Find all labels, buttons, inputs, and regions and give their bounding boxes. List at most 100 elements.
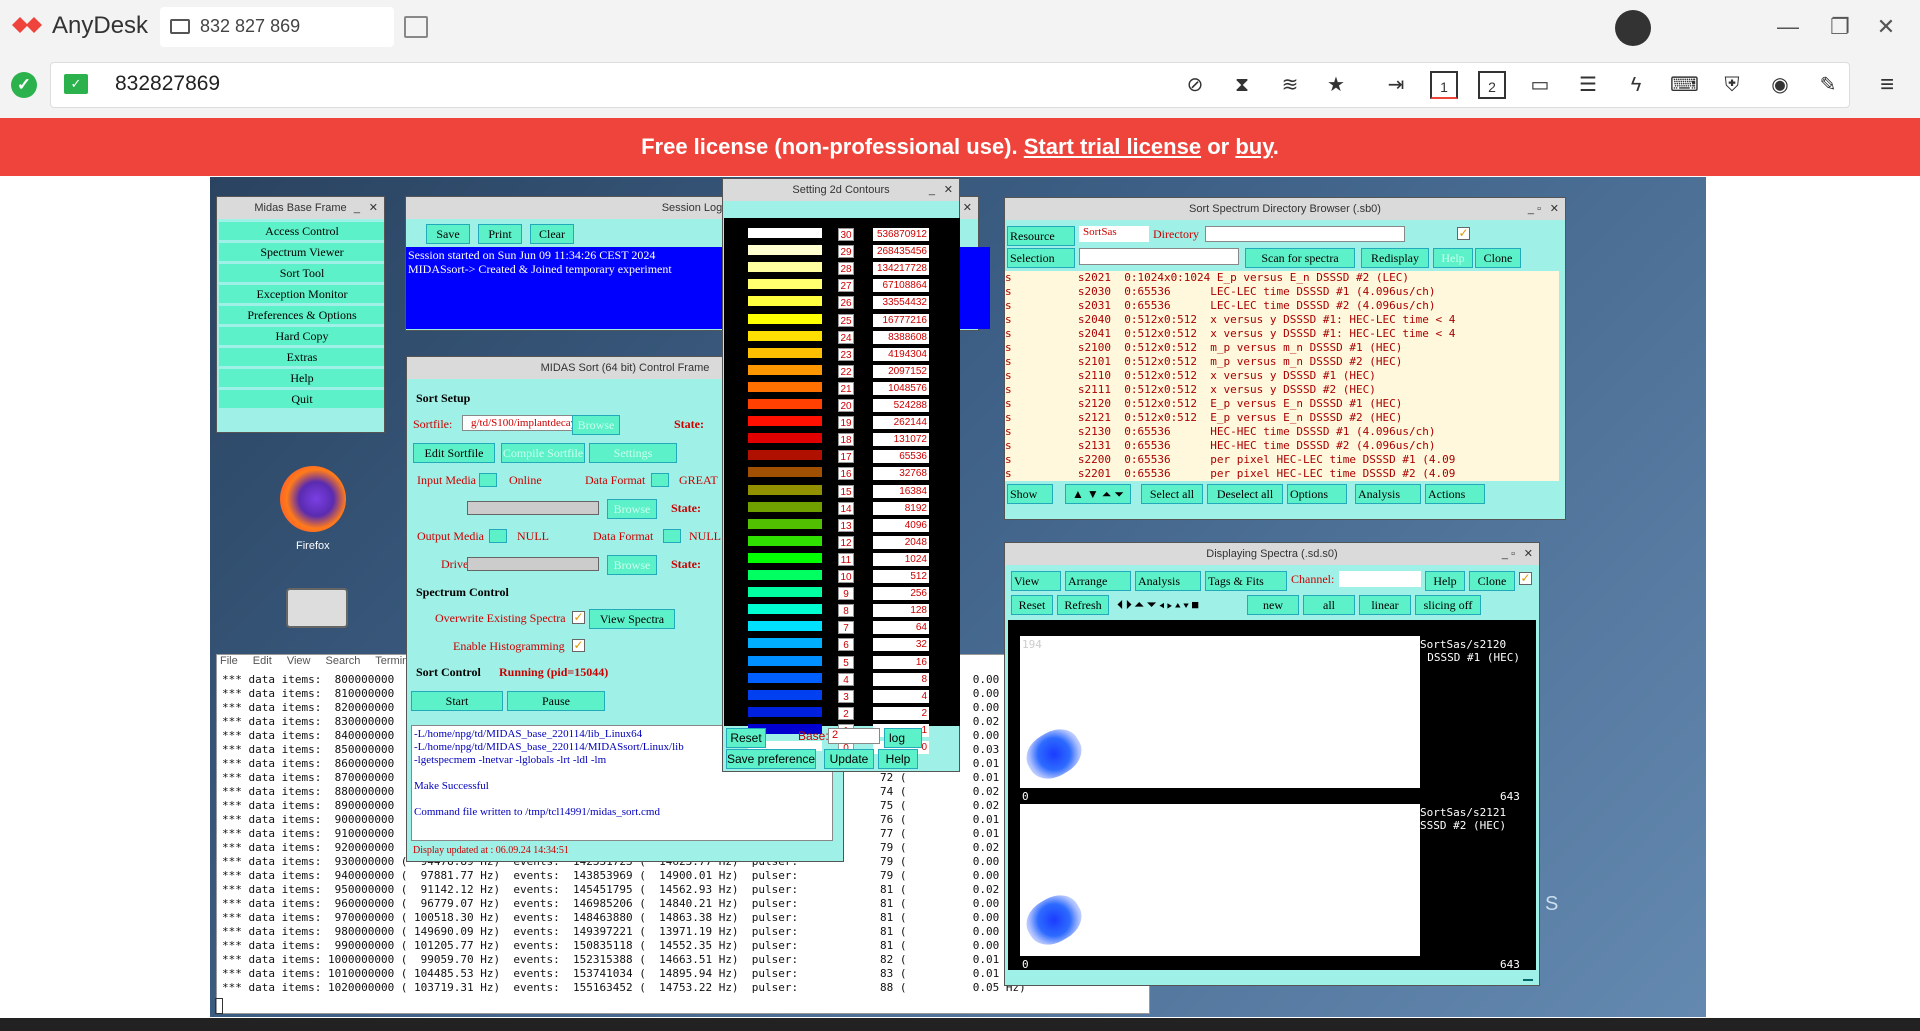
contour-level-value[interactable]: 16 [873, 655, 929, 669]
update-button[interactable]: Update [824, 749, 874, 769]
display-icon[interactable]: ▭ [1526, 71, 1554, 99]
contour-color-swatch[interactable] [748, 450, 822, 461]
contour-color-swatch[interactable] [748, 245, 822, 256]
plot-1-area[interactable] [1020, 636, 1420, 788]
draw-icon[interactable]: ✎ [1814, 71, 1842, 99]
contour-color-swatch[interactable] [748, 399, 822, 409]
terminal-menu-view[interactable]: View [287, 655, 311, 667]
contour-color-swatch[interactable] [748, 535, 822, 546]
contour-level-value[interactable]: 1024 [873, 552, 929, 566]
database-icon[interactable]: ≋ [1276, 71, 1304, 99]
terminal-menu-edit[interactable]: Edit [253, 655, 272, 667]
slicing-button[interactable]: slicing off [1415, 595, 1481, 615]
minimize-icon[interactable]: — [1768, 10, 1808, 44]
close-icon[interactable]: ✕ [944, 179, 953, 201]
contour-color-swatch[interactable] [748, 467, 822, 478]
linear-button[interactable]: linear [1359, 595, 1411, 615]
deselect-all-button[interactable]: Deselect all [1207, 484, 1283, 504]
contour-level-value[interactable]: 1048576 [873, 381, 929, 395]
base-input[interactable]: 2 [828, 728, 880, 744]
contour-color-swatch[interactable] [748, 347, 822, 358]
shield-icon[interactable]: ⛨ [1718, 71, 1746, 99]
drive-browse-button[interactable]: Browse [607, 555, 657, 575]
directory-input[interactable] [1205, 226, 1405, 242]
contour-color-swatch[interactable] [748, 228, 822, 238]
contour-level-value[interactable]: 128 [873, 604, 929, 618]
options-dropdown[interactable]: Options [1287, 484, 1347, 504]
contour-level-value[interactable]: 8 [873, 672, 929, 686]
star-icon[interactable]: ★ [1322, 71, 1350, 99]
camera-icon[interactable] [286, 588, 348, 628]
all-button[interactable]: all [1303, 595, 1355, 615]
input-browse-button[interactable]: Browse [607, 499, 657, 519]
midas-menu-item[interactable]: Hard Copy [219, 327, 384, 346]
spectrum-list[interactable]: s s2021 0:1024x0:1024 E_p versus E_n DSS… [1005, 271, 1559, 481]
file-transfer-icon[interactable]: ⇥ [1382, 71, 1410, 99]
analysis-dropdown[interactable]: Analysis [1355, 484, 1421, 504]
clear-button[interactable]: Clear [530, 224, 574, 244]
keyboard-icon[interactable]: ⌨ [1670, 71, 1699, 99]
contour-color-swatch[interactable] [748, 501, 822, 512]
contour-color-swatch[interactable] [748, 518, 822, 529]
nav-arrows[interactable]: ▲ ▼ ⏶ ⏷ [1065, 484, 1131, 504]
new-button[interactable]: new [1247, 595, 1299, 615]
selection-input[interactable] [1079, 248, 1239, 265]
compile-sortfile-button[interactable]: Compile Sortfile [501, 443, 585, 463]
zoom-pan-arrows[interactable]: ⏴⏵⏶⏷◂▸▴▾■ [1117, 597, 1201, 613]
hamburger-menu-icon[interactable]: ≡ [1872, 71, 1902, 99]
terminal-menu-file[interactable]: File [220, 655, 238, 667]
contour-color-swatch[interactable] [748, 381, 822, 392]
contour-level-value[interactable]: 524288 [873, 399, 929, 412]
hourglass-icon[interactable]: ⧗ [1228, 71, 1256, 99]
contour-color-swatch[interactable] [748, 604, 822, 615]
buy-link[interactable]: buy [1235, 134, 1272, 159]
contour-level-value[interactable]: 4096 [873, 518, 929, 532]
midas-menu-item[interactable]: Spectrum Viewer [219, 243, 384, 262]
spectra-checkbox[interactable]: ✓ [1519, 572, 1532, 585]
reset-button[interactable]: Reset [1011, 595, 1053, 615]
midas-menu-item[interactable]: Preferences & Options [219, 306, 384, 325]
refresh-button[interactable]: Refresh [1057, 595, 1109, 615]
sortfile-input[interactable]: g/td/S100/implantdecay.f [462, 415, 580, 431]
firefox-icon[interactable] [280, 466, 346, 532]
contour-color-swatch[interactable] [748, 364, 822, 375]
edit-sortfile-button[interactable]: Edit Sortfile [413, 443, 495, 463]
contour-level-value[interactable]: 64 [873, 621, 929, 635]
contour-color-swatch[interactable] [748, 552, 822, 563]
enable-hist-checkbox[interactable]: ✓ [572, 639, 585, 652]
midas-menu-item[interactable]: Exception Monitor [219, 285, 384, 304]
session-tab[interactable]: 832 827 869 [160, 7, 394, 47]
restore-icon[interactable]: ❐ [1820, 10, 1860, 44]
pause-button[interactable]: Pause [507, 691, 605, 711]
chat-icon[interactable]: ☰ [1574, 71, 1602, 99]
contour-level-value[interactable]: 32768 [873, 467, 929, 481]
selection-dropdown[interactable]: Selection [1007, 248, 1075, 268]
analysis-dropdown[interactable]: Analysis [1135, 571, 1201, 591]
account-icon[interactable] [1615, 10, 1651, 46]
select-all-button[interactable]: Select all [1141, 484, 1203, 504]
contour-level-value[interactable]: 16777216 [873, 313, 929, 327]
contour-color-swatch[interactable] [748, 262, 822, 273]
midas-menu-item[interactable]: Help [219, 369, 384, 388]
contour-level-value[interactable]: 256 [873, 587, 929, 601]
contour-level-value[interactable]: 134217728 [873, 262, 929, 276]
contour-color-swatch[interactable] [748, 296, 822, 307]
contour-color-swatch[interactable] [748, 484, 822, 495]
terminal-menu-search[interactable]: Search [326, 655, 361, 667]
scan-for-spectra-button[interactable]: Scan for spectra [1245, 248, 1355, 268]
contour-level-value[interactable]: 131072 [873, 433, 929, 447]
contour-level-value[interactable]: 16384 [873, 484, 929, 498]
view-spectra-button[interactable]: View Spectra [589, 609, 675, 629]
save-button[interactable]: Save [426, 224, 470, 244]
resize-icon[interactable] [1523, 973, 1533, 981]
start-trial-link[interactable]: Start trial license [1024, 134, 1201, 159]
contour-color-swatch[interactable] [748, 416, 822, 427]
close-icon[interactable]: ✕ [1524, 543, 1533, 565]
plot-2-area[interactable] [1020, 804, 1420, 956]
help-button[interactable]: Help [1425, 571, 1465, 591]
settings-button[interactable]: Settings [589, 443, 677, 463]
close-icon[interactable]: ✕ [963, 197, 972, 219]
view-dropdown[interactable]: View [1011, 571, 1061, 591]
monitor-2-icon[interactable]: 2 [1478, 71, 1506, 99]
contour-color-swatch[interactable] [748, 689, 822, 700]
